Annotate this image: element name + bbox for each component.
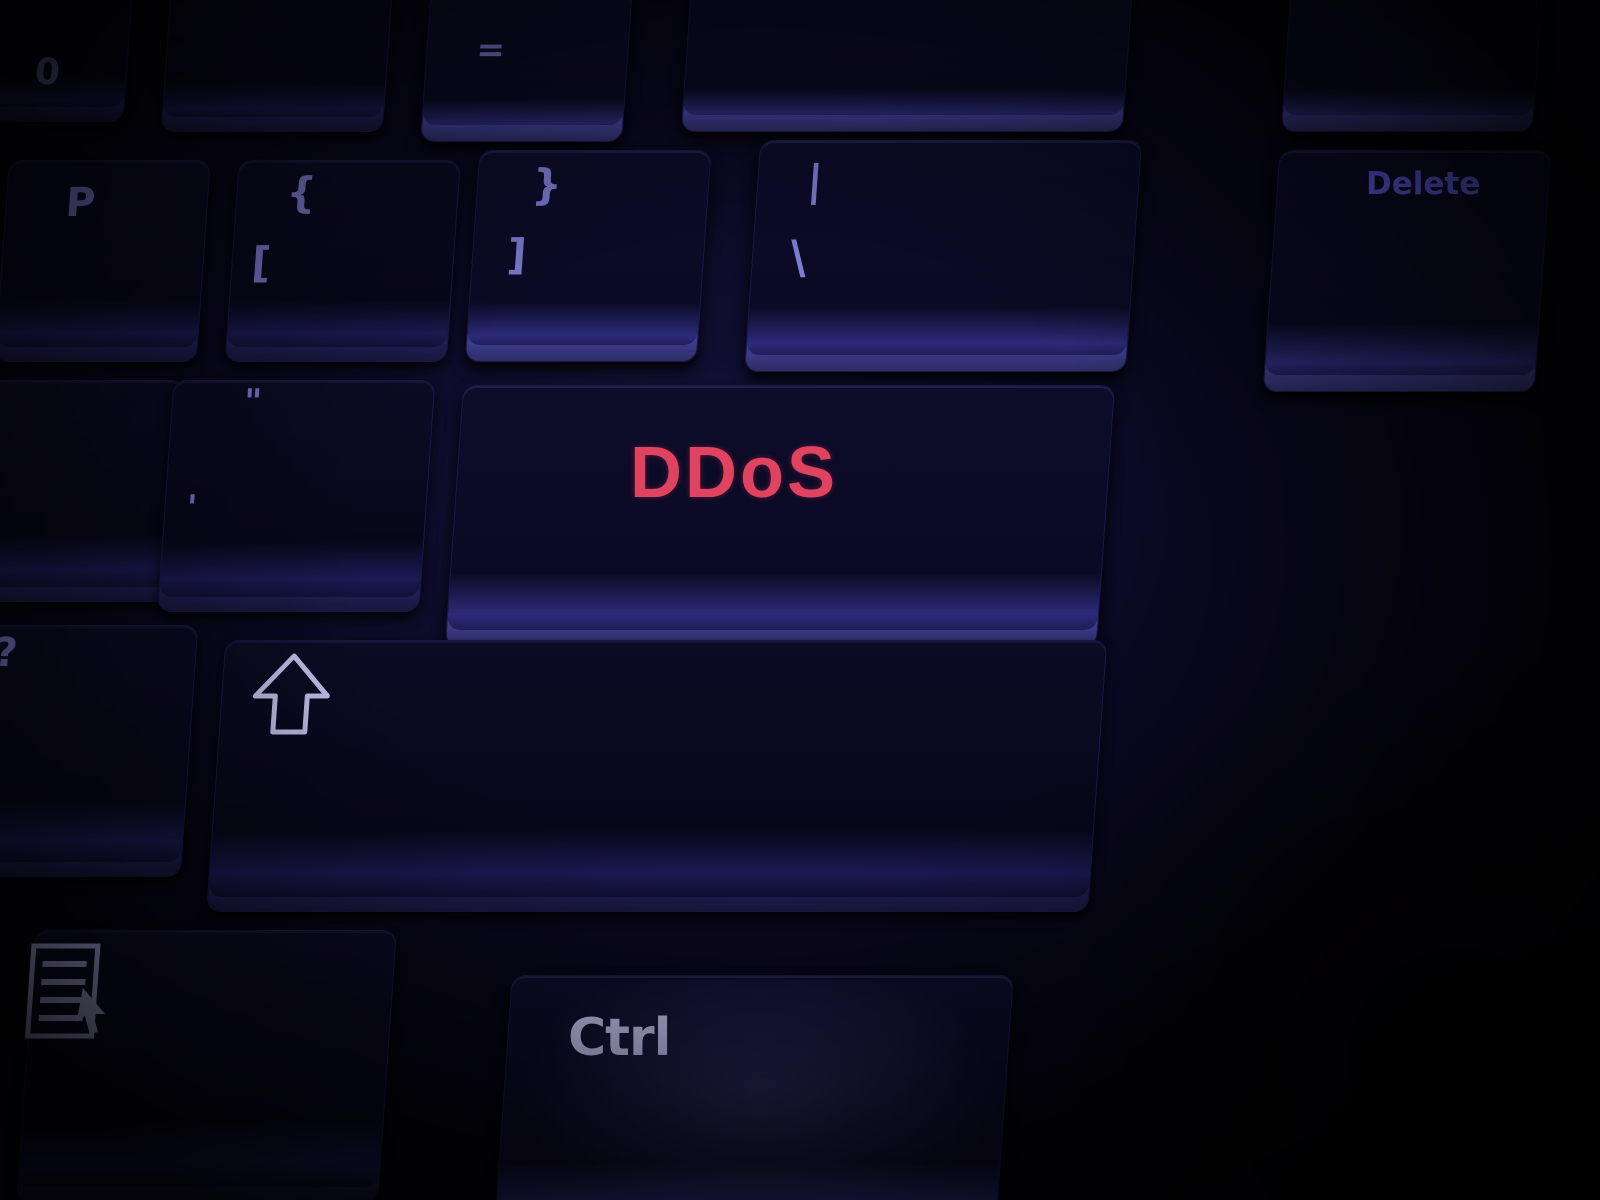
key-close-bracket[interactable] (464, 150, 712, 362)
key-p[interactable] (0, 160, 211, 362)
close-bracket-top: } (530, 160, 564, 209)
backslash-bottom: \ (788, 230, 809, 284)
key-slash[interactable] (0, 625, 199, 877)
key-insert[interactable] (1280, 0, 1544, 132)
key-backspace[interactable] (680, 0, 1134, 132)
slash-top: ? (0, 630, 20, 676)
key-p-glyph: P (64, 180, 97, 226)
key-zero-glyph: 0 (33, 52, 62, 93)
ctrl-key-label: Ctrl (568, 1008, 671, 1068)
open-bracket-top: { (284, 168, 319, 217)
key-enter[interactable] (444, 385, 1116, 647)
quote-top: " (242, 382, 264, 422)
key-shift[interactable] (206, 640, 1108, 912)
keyboard-photo: 0 = P { [ } ] | \ " ' ? / (0, 0, 1600, 1200)
ddos-key-label: DDoS (630, 433, 838, 513)
key-semicolon[interactable] (0, 380, 186, 602)
close-bracket-bottom: ] (505, 230, 529, 279)
menu-key-icon (23, 942, 114, 1042)
key-zero[interactable] (0, 0, 135, 122)
key-quote[interactable] (157, 380, 436, 612)
delete-key-label: Delete (1366, 166, 1481, 202)
key-equals[interactable] (420, 0, 633, 142)
shift-arrow-icon (249, 652, 335, 736)
key-minus[interactable] (160, 0, 395, 132)
key-equals-glyph: = (475, 30, 507, 70)
keyboard-deck: 0 = P { [ } ] | \ " ' ? / (0, 0, 1600, 1200)
open-bracket-bottom: [ (249, 238, 273, 287)
